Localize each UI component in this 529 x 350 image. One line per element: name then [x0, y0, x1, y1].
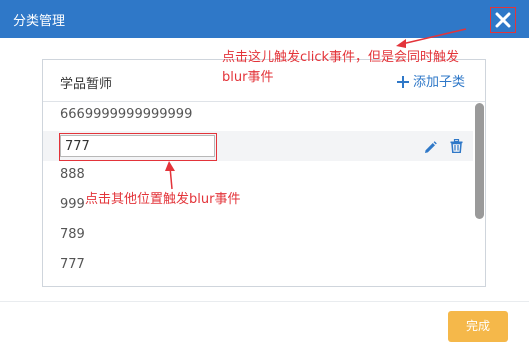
- annotation-blur: 点击其他位置触发blur事件: [85, 192, 241, 207]
- annotation-click-line2: blur事件: [222, 70, 274, 85]
- category-dialog: 分类管理 学品暂师 添加子类 6669999999999999 777 888 …: [0, 0, 529, 350]
- annotation-click-line1: 点击这儿触发click事件，但是会同时触发: [222, 50, 460, 65]
- footer-divider: [0, 301, 529, 302]
- done-button[interactable]: 完成: [448, 311, 508, 342]
